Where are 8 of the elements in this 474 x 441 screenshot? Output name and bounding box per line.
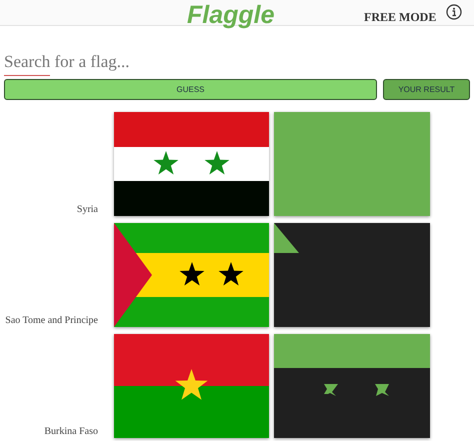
logo: Flaggle bbox=[187, 1, 275, 29]
info-icon[interactable] bbox=[446, 4, 462, 20]
country-name: Sao Tome and Principe bbox=[4, 315, 99, 327]
country-name: Burkina Faso bbox=[43, 426, 99, 438]
guess-button[interactable]: GUESS bbox=[4, 79, 377, 100]
country-name: Syria bbox=[76, 204, 99, 216]
mode-label: FREE MODE bbox=[364, 9, 436, 26]
result-button[interactable]: YOUR RESULT bbox=[383, 79, 470, 100]
